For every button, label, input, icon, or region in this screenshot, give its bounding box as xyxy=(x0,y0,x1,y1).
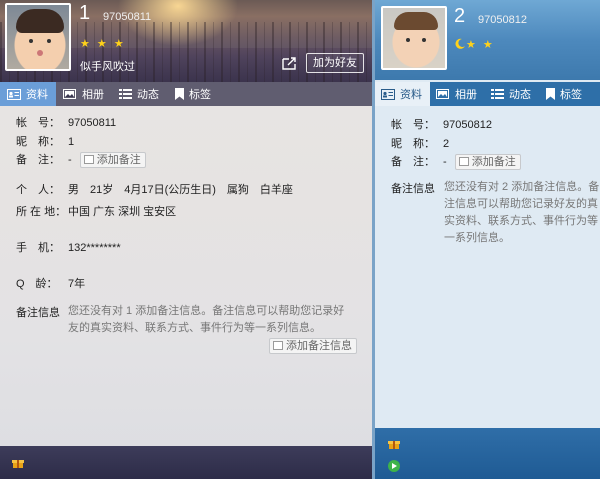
tab-tag[interactable]: 标签 xyxy=(168,82,224,106)
bookmark-icon xyxy=(175,88,184,100)
nickname-label: 昵 称： xyxy=(16,136,60,148)
level-stars: ★ ★ ★ xyxy=(80,38,126,50)
add-remark-button[interactable]: 添加备注 xyxy=(454,154,521,171)
nickname-label: 昵 称： xyxy=(391,138,435,150)
level-badges: ★ ★ xyxy=(455,38,495,51)
avatar[interactable] xyxy=(381,6,447,70)
photo-icon xyxy=(63,88,76,99)
remark-label: 备 注： xyxy=(16,154,60,166)
qage-label: Q 龄： xyxy=(16,278,58,290)
remark-row: 备 注： - 添加备注 xyxy=(391,153,521,171)
remark-label: 备 注： xyxy=(391,156,435,168)
profile-tabs: 资料 相册 动态 标签 xyxy=(375,82,600,106)
tab-feed[interactable]: 动态 xyxy=(112,82,168,106)
tab-label: 相册 xyxy=(455,89,477,101)
tab-tag[interactable]: 标签 xyxy=(540,82,595,106)
tab-label: 标签 xyxy=(189,89,211,101)
gift-icon[interactable] xyxy=(388,438,400,450)
personal-row: 个 人： 男 21岁 4月17日(公历生日) 属狗 白羊座 xyxy=(16,181,293,197)
photo-icon xyxy=(436,88,449,99)
location-row: 所 在 地： 中国 广东 深圳 宝安区 xyxy=(16,203,176,219)
note-icon xyxy=(458,157,469,167)
display-number: 1 xyxy=(79,2,91,24)
add-remark-button[interactable]: 添加备注 xyxy=(79,152,146,169)
phone-value: 132******** xyxy=(68,242,121,254)
moon-icon xyxy=(455,38,465,49)
signature: 似手风吹过 xyxy=(80,61,135,73)
bottom-toolbar xyxy=(0,446,372,479)
remark-value: - xyxy=(443,156,447,168)
avatar[interactable] xyxy=(5,3,71,71)
account-value: 97050812 xyxy=(443,119,492,131)
id-card-icon xyxy=(7,88,21,100)
tab-label: 标签 xyxy=(560,89,582,101)
display-number: 2 xyxy=(454,5,466,27)
personal-label: 个 人： xyxy=(16,184,60,196)
qq-id: 97050812 xyxy=(478,14,527,26)
tab-label: 资料 xyxy=(400,89,422,101)
gift-icon[interactable] xyxy=(12,457,24,469)
tab-label: 动态 xyxy=(509,89,531,101)
qq-id: 97050811 xyxy=(103,11,152,23)
nickname-row: 昵 称： 2 xyxy=(391,135,449,151)
qage-row: Q 龄： 7年 xyxy=(16,275,85,291)
profile-panel-right: 2 97050812 ★ ★ 资料 相册 动态 标签 帐 号： 97050812 … xyxy=(375,0,600,479)
note-icon xyxy=(273,341,283,350)
phone-label: 手 机： xyxy=(16,242,60,254)
qage-value: 7年 xyxy=(68,278,86,290)
bottom-toolbar xyxy=(375,428,600,479)
add-friend-button[interactable]: 加为好友 xyxy=(306,53,364,73)
account-label: 帐 号： xyxy=(16,117,60,129)
avatar-image xyxy=(383,8,445,68)
profile-panel-left: 1 97050811 ★ ★ ★ 似手风吹过 加为好友 资料 相册 动态 标签 … xyxy=(0,0,372,479)
list-icon xyxy=(491,89,504,99)
remark-value: - xyxy=(68,154,72,166)
remark-info-label: 备注信息 xyxy=(16,307,60,319)
add-remark-info-button[interactable]: 添加备注信息 xyxy=(269,338,357,354)
remark-info-text: 您还没有对 2 添加备注信息。备注信息可以帮助您记录好友的真实资料、联系方式、事… xyxy=(444,181,600,244)
nickname-value: 1 xyxy=(68,136,75,148)
tab-album[interactable]: 相册 xyxy=(430,82,485,106)
nickname-row: 昵 称： 1 xyxy=(16,133,74,149)
id-card-icon xyxy=(381,88,395,100)
tab-label: 相册 xyxy=(82,89,104,101)
list-icon xyxy=(119,89,132,99)
share-icon[interactable] xyxy=(282,56,298,70)
remark-info-text: 您还没有对 1 添加备注信息。备注信息可以帮助您记录好友的真实资料、联系方式、事… xyxy=(68,305,345,334)
phone-row: 手 机： 132******** xyxy=(16,239,121,255)
tab-label: 资料 xyxy=(26,89,48,101)
tab-album[interactable]: 相册 xyxy=(56,82,112,106)
tab-profile[interactable]: 资料 xyxy=(0,82,56,106)
avatar-image xyxy=(7,5,69,69)
note-icon xyxy=(83,155,94,165)
personal-value: 男 21岁 4月17日(公历生日) 属狗 白羊座 xyxy=(68,184,293,196)
tab-profile[interactable]: 资料 xyxy=(375,82,430,106)
location-value: 中国 广东 深圳 宝安区 xyxy=(68,206,177,218)
account-row: 帐 号： 97050811 xyxy=(16,114,116,130)
profile-tabs: 资料 相册 动态 标签 xyxy=(0,82,372,106)
remark-row: 备 注： - 添加备注 xyxy=(16,151,146,169)
tab-feed[interactable]: 动态 xyxy=(485,82,540,106)
nickname-value: 2 xyxy=(443,138,450,150)
remark-info-label: 备注信息 xyxy=(391,183,435,195)
location-label: 所 在 地： xyxy=(16,206,67,218)
play-icon[interactable] xyxy=(388,460,400,472)
tab-label: 动态 xyxy=(137,89,159,101)
account-label: 帐 号： xyxy=(391,119,435,131)
bookmark-icon xyxy=(546,88,555,100)
account-value: 97050811 xyxy=(68,117,117,129)
account-row: 帐 号： 97050812 xyxy=(391,116,492,132)
